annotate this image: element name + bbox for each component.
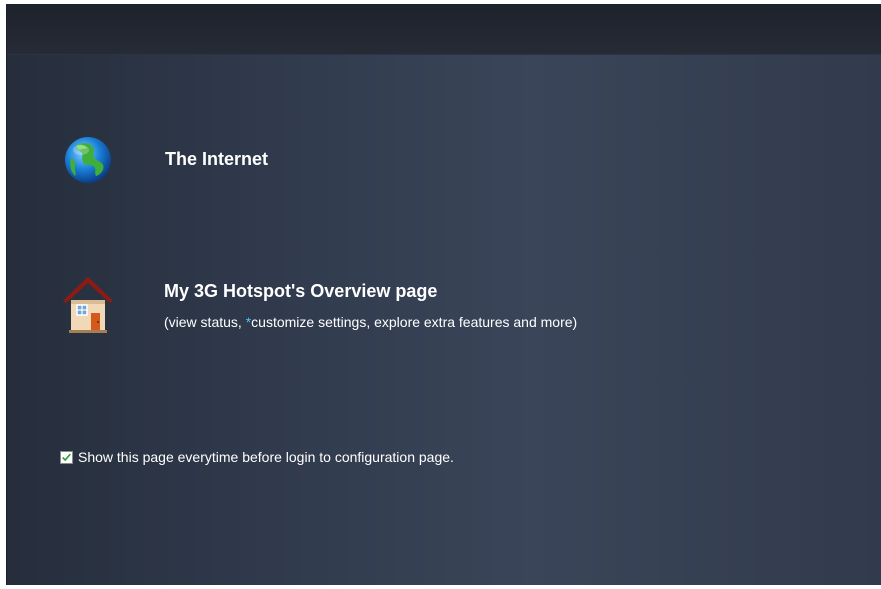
internet-title: The Internet — [165, 149, 269, 169]
show-page-row: Show this page everytime before login to… — [60, 449, 454, 465]
page-frame: The Internet My 3G Hotspot's Overview pa… — [6, 4, 881, 585]
checkmark-icon — [62, 453, 71, 461]
overview-description: (view status, *customize settings, explo… — [164, 314, 577, 330]
globe-icon — [65, 137, 111, 183]
show-page-label[interactable]: Show this page everytime before login to… — [78, 449, 454, 465]
top-bar — [7, 5, 881, 55]
overview-title: My 3G Hotspot's Overview page — [164, 281, 438, 301]
desc-before: (view status, — [164, 314, 246, 330]
house-icon — [63, 277, 113, 333]
overview-option[interactable]: My 3G Hotspot's Overview page (view stat… — [57, 269, 677, 341]
desc-after: customize settings, explore extra featur… — [251, 314, 578, 330]
show-page-checkbox[interactable] — [60, 450, 73, 464]
internet-option[interactable]: The Internet — [57, 129, 317, 191]
